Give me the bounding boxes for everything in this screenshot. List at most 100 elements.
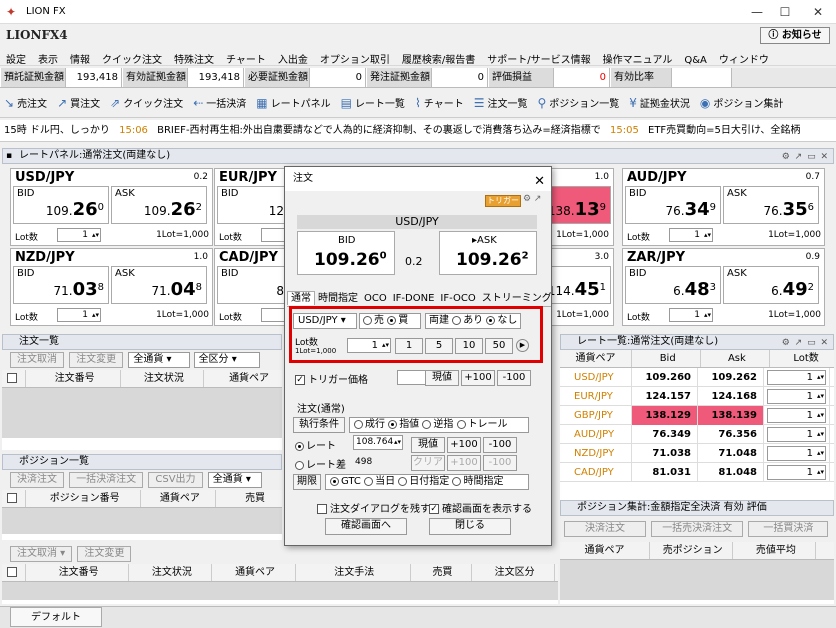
rate-clear-button[interactable]: クリア [411, 455, 445, 471]
trigger-plus-button[interactable]: +100 [461, 370, 495, 386]
order-tab-0[interactable]: 通常 [287, 291, 315, 305]
menu-item-2[interactable]: 情報 [64, 48, 96, 66]
maximize-button[interactable]: ☐ [770, 2, 800, 22]
toolbar-position-list-button[interactable]: ⚲ ポジション一覧 [533, 90, 625, 116]
rate-list-window-controls-icon[interactable]: ⚙ ↗ ▭ ✕ [782, 336, 829, 350]
position-currency-filter[interactable]: 全通貨 ▾ [207, 472, 262, 488]
rate-input[interactable]: 108.764 ▴▾ [353, 435, 403, 450]
rate-list-row[interactable]: USD/JPY 109.260 109.262 1 ▴▾ [560, 368, 834, 387]
menu-item-6[interactable]: 入出金 [272, 48, 314, 66]
order-tab-2[interactable]: OCO [361, 292, 390, 306]
select-all-checkbox[interactable] [2, 370, 26, 387]
time-spec-radio[interactable]: 時間指定 [452, 476, 503, 487]
rate-list-lot-stepper[interactable]: 1 ▴▾ [767, 408, 826, 423]
toolbar-order-list-button[interactable]: ☰ 注文一覧 [470, 90, 534, 116]
rate-list-lot-stepper[interactable]: 1 ▴▾ [767, 446, 826, 461]
bottom-select-all-checkbox[interactable] [2, 564, 26, 581]
order-change-button[interactable]: 注文変更 [69, 352, 124, 368]
toolbar-quick-order-button[interactable]: ⇗ クイック注文 [106, 90, 189, 116]
menu-item-5[interactable]: チャート [220, 48, 272, 66]
ask-cell[interactable]: ASK 6.492 [723, 266, 819, 304]
type-filter-select[interactable]: 全区分 ▾ [193, 352, 260, 368]
rate-list-lot-stepper[interactable]: 1 ▴▾ [767, 427, 826, 442]
bulk-settle-button[interactable]: 一括決済注文 [69, 472, 144, 488]
bid-cell[interactable]: BID 71.038 [13, 266, 109, 304]
rate-card-audjpy[interactable]: AUD/JPY 0.7 BID 76.349 ASK 76.356 Lot数 1 ▴▾ 1Lot=… [622, 168, 825, 246]
ask-cell[interactable]: ASK 109.262 [111, 186, 207, 224]
rate-card-gbpjpy[interactable]: 1.0 138.139 1Lot=1,000 [542, 168, 614, 246]
ask-cell[interactable]: ASK 76.356 [723, 186, 819, 224]
panel-window-controls-icon[interactable]: ⚙ ↗ ▭ ✕ [782, 150, 829, 164]
collapse-icon[interactable]: ▪ [6, 149, 12, 163]
toolbar-chart-button[interactable]: ⌇ チャート [411, 90, 470, 116]
rate-card-usdjpy[interactable]: USD/JPY 0.2 BID 109.260 ASK 109.262 Lot数 1 ▴▾ 1Lo… [10, 168, 213, 246]
dialog-settings-icon[interactable]: ⚙ ↗ [523, 194, 541, 204]
rate-diff-radio[interactable]: レート差 [295, 456, 346, 471]
rate-card-cadjpy-partial[interactable]: 3.0 114.451 1Lot=1,000 [542, 248, 614, 326]
order-tab-4[interactable]: IF-OCO [437, 292, 478, 306]
menu-item-11[interactable]: Q&A [678, 52, 713, 66]
minimize-button[interactable]: — [742, 2, 772, 22]
lot-stepper[interactable]: 1▴▾ [57, 308, 101, 322]
gbp-ask-cell[interactable]: 138.139 [543, 186, 611, 224]
confirm-screen-button[interactable]: 確認画面へ [325, 518, 407, 535]
bid-cell[interactable]: BID 76.349 [625, 186, 721, 224]
toolbar-margin-status-button[interactable]: ¥ 証拠金状況 [625, 90, 696, 116]
notice-button[interactable]: ⓘ お知らせ [760, 27, 830, 44]
settle-order-button[interactable]: 決済注文 [10, 472, 64, 488]
rate-list-lot-stepper[interactable]: 1 ▴▾ [767, 370, 826, 385]
ask-cell[interactable]: ASK 71.048 [111, 266, 207, 304]
close-dialog-button[interactable]: 閉じる [429, 518, 511, 535]
lot-stepper[interactable]: 1▴▾ [669, 308, 713, 322]
keep-dialog-checkbox[interactable]: 注文ダイアログを残す [317, 500, 430, 515]
dialog-close-icon[interactable]: ✕ [534, 170, 545, 194]
bottom-order-change-button[interactable]: 注文変更 [77, 546, 132, 562]
show-confirm-checkbox[interactable]: ✓ 確認画面を表示する [429, 500, 532, 515]
toolbar-rate-panel-button[interactable]: ▦ レートパネル [252, 90, 336, 116]
lot-stepper[interactable]: 1▴▾ [57, 228, 101, 242]
rate-diff-plus-button[interactable]: +100 [447, 455, 481, 471]
summary-settle-button[interactable]: 決済注文 [564, 521, 646, 537]
summary-bulk-sell-settle-button[interactable]: 一括売決済注文 [651, 521, 744, 537]
csv-export-button[interactable]: CSV出力 [148, 472, 203, 488]
bid-cell[interactable]: BID 109.260 [13, 186, 109, 224]
rate-current-button[interactable]: 現値 [411, 437, 445, 453]
menu-item-9[interactable]: サポート/サービス情報 [481, 48, 596, 66]
rate-list-row[interactable]: NZD/JPY 71.038 71.048 1 ▴▾ [560, 444, 834, 463]
currency-filter-select[interactable]: 全通貨 ▾ [128, 352, 191, 368]
menu-item-0[interactable]: 設定 [0, 48, 32, 66]
rate-list-row[interactable]: EUR/JPY 124.157 124.168 1 ▴▾ [560, 387, 834, 406]
dialog-bid-box[interactable]: BID 109.260 [297, 231, 395, 275]
bottom-order-cancel-button[interactable]: 注文取消 ▾ [10, 546, 73, 562]
order-tab-5[interactable]: ストリーミング [479, 292, 555, 306]
rate-list-lot-stepper[interactable]: 1 ▴▾ [767, 465, 826, 480]
rate-list-lot-stepper[interactable]: 1 ▴▾ [767, 389, 826, 404]
date-spec-radio[interactable]: 日付指定 [398, 476, 449, 487]
toolbar-buy-button[interactable]: ↗ 買注文 [53, 90, 106, 116]
layout-tab-default[interactable]: デフォルト [10, 607, 102, 627]
lot-stepper[interactable]: 1▴▾ [669, 228, 713, 242]
rate-list-row[interactable]: AUD/JPY 76.349 76.356 1 ▴▾ [560, 425, 834, 444]
toolbar-bulk-settle-button[interactable]: ⇠ 一括決済 [189, 90, 252, 116]
toolbar-sell-button[interactable]: ↘ 売注文 [0, 90, 53, 116]
exec-stop-radio[interactable]: 逆指 [422, 419, 453, 430]
menu-item-12[interactable]: ウィンドウ [713, 48, 775, 66]
trigger-minus-button[interactable]: -100 [497, 370, 531, 386]
menu-item-4[interactable]: 特殊注文 [168, 48, 220, 66]
close-button[interactable]: ✕ [803, 2, 833, 22]
rate-radio[interactable]: レート [295, 437, 336, 452]
position-select-all-checkbox[interactable] [2, 490, 26, 507]
gtc-radio[interactable]: GTC [330, 476, 361, 487]
menu-item-10[interactable]: 操作マニュアル [597, 48, 679, 66]
order-tab-3[interactable]: IF-DONE [390, 292, 438, 306]
exec-limit-radio[interactable]: 指値 [388, 419, 419, 430]
rate-diff-minus-button[interactable]: -100 [483, 455, 517, 471]
dialog-ask-box[interactable]: ▸ASK 109.262 [439, 231, 537, 275]
rate-minus-button[interactable]: -100 [483, 437, 517, 453]
summary-bulk-buy-settle-button[interactable]: 一括買決済 [748, 521, 829, 537]
bid-cell[interactable]: BID 6.483 [625, 266, 721, 304]
today-radio[interactable]: 当日 [364, 476, 395, 487]
exec-trail-radio[interactable]: トレール [456, 419, 508, 430]
menu-item-3[interactable]: クイック注文 [96, 48, 168, 66]
exec-market-radio[interactable]: 成行 [354, 419, 385, 430]
